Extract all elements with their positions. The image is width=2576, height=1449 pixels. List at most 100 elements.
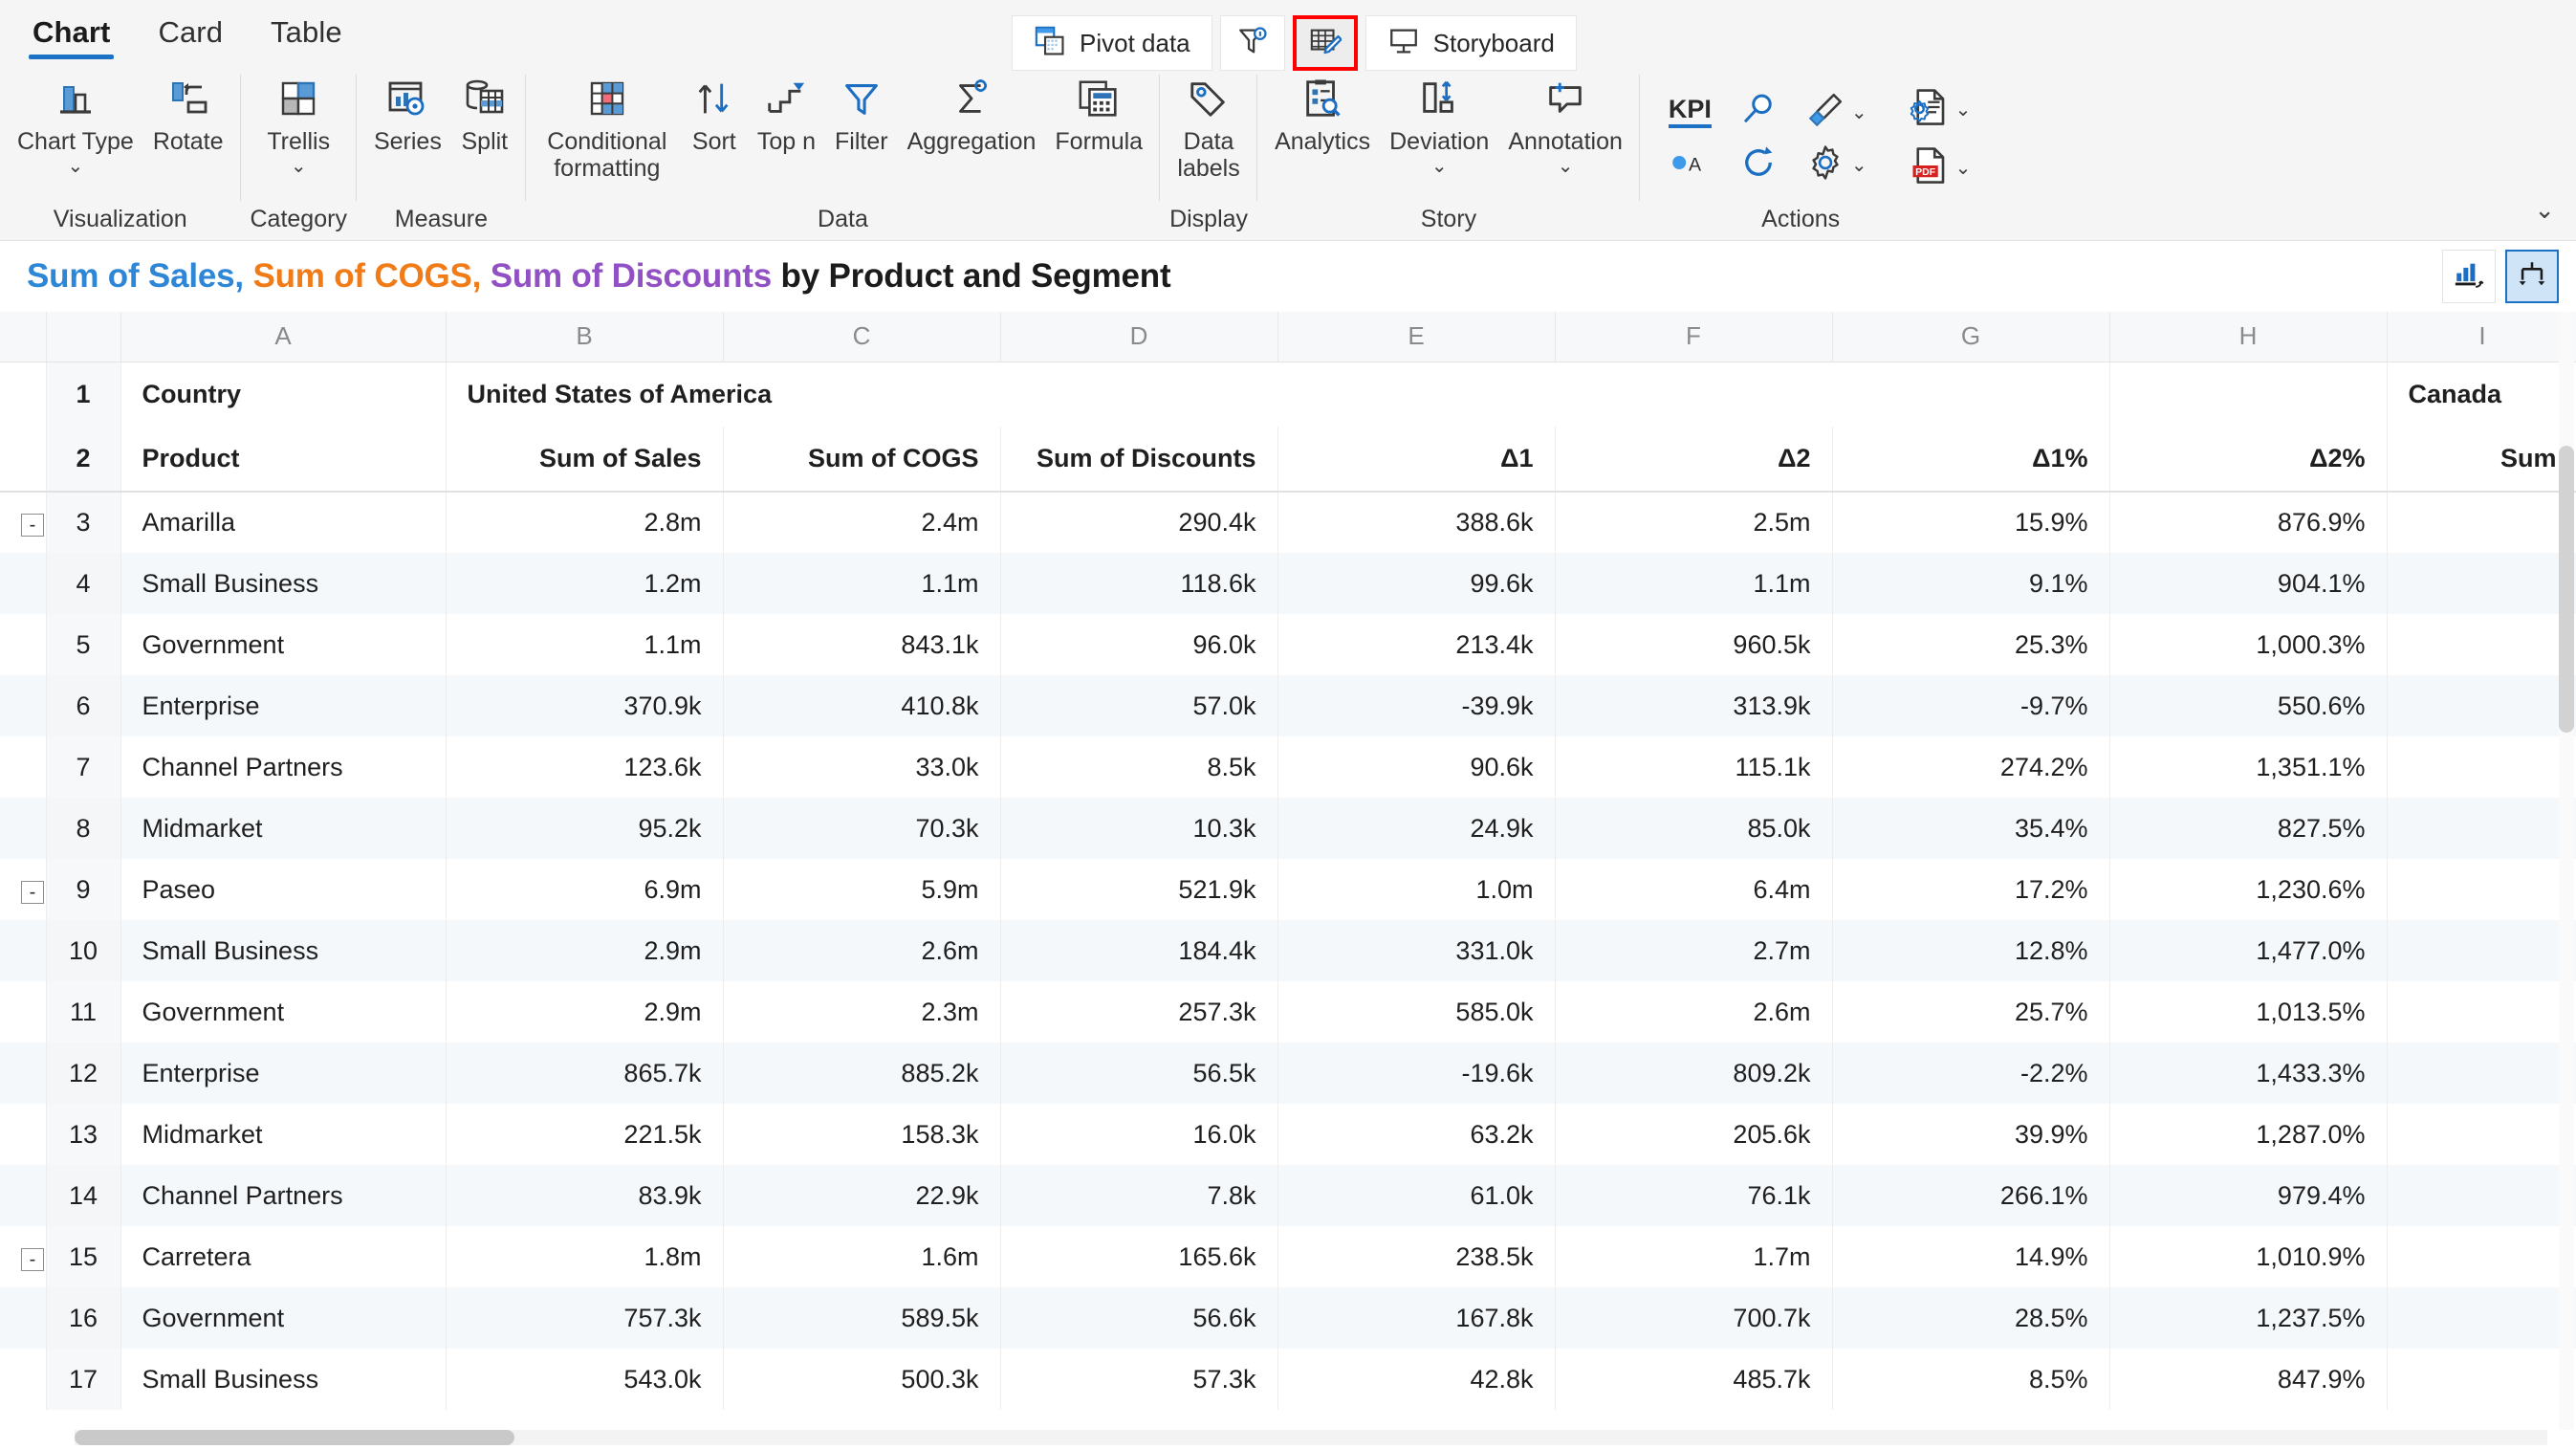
data-cell[interactable]: 257.3k (1000, 981, 1278, 1043)
chevron-down-icon[interactable]: ⌄ (1851, 156, 1867, 175)
data-cell[interactable]: 213.4k (1277, 614, 1556, 675)
row-number[interactable]: 3 (46, 492, 121, 553)
collapse-group-icon[interactable]: - (21, 880, 44, 904)
chevron-down-icon[interactable]: ⌄ (68, 157, 84, 176)
data-cell[interactable]: 274.2% (1832, 736, 2110, 798)
table-row[interactable]: 6 Enterprise 370.9k 410.8k 57.0k -39.9k 313.9k… (0, 675, 2576, 736)
table-row[interactable]: -9 Paseo 6.9m 5.9m 521.9k 1.0m 6.4m 17.2% 1,230.… (0, 859, 2576, 920)
data-cell[interactable]: 63.2k (1277, 1104, 1556, 1165)
header-delta1[interactable]: Δ1 (1277, 427, 1556, 493)
row-label-cell[interactable]: Channel Partners (120, 1165, 447, 1226)
data-cell[interactable] (2387, 675, 2576, 736)
data-cell[interactable]: 83.9k (446, 1165, 724, 1226)
column-letter-G[interactable]: G (1832, 312, 2110, 362)
table-row[interactable]: 13 Midmarket 221.5k 158.3k 16.0k 63.2k 205.6k 3… (0, 1104, 2576, 1165)
column-letter-F[interactable]: F (1555, 312, 1833, 362)
data-cell[interactable]: 2.8m (446, 492, 724, 553)
data-cell[interactable]: 550.6% (2109, 675, 2388, 736)
scale-auto-button[interactable]: A (1663, 145, 1717, 185)
data-cell[interactable]: 57.3k (1000, 1349, 1278, 1410)
table-row[interactable]: 17 Small Business 543.0k 500.3k 57.3k 42.8k 48… (0, 1349, 2576, 1410)
data-cell[interactable]: 979.4% (2109, 1165, 2388, 1226)
data-cell[interactable] (2387, 798, 2576, 859)
data-cell[interactable]: 904.1% (2109, 553, 2388, 614)
data-cell[interactable]: 118.6k (1000, 553, 1278, 614)
data-cell[interactable] (2387, 859, 2576, 920)
data-cell[interactable]: 1.1m (1555, 553, 1833, 614)
data-cell[interactable]: 22.9k (723, 1165, 1001, 1226)
paintbrush-button[interactable]: ⌄ (1800, 87, 1873, 138)
data-cell[interactable]: 8.5% (1832, 1349, 2110, 1410)
data-cell[interactable] (2387, 1349, 2576, 1410)
row-expander-cell[interactable]: - (0, 492, 47, 553)
data-cell[interactable]: 85.0k (1555, 798, 1833, 859)
data-cell[interactable]: 16.0k (1000, 1104, 1278, 1165)
table-row[interactable]: 11 Government 2.9m 2.3m 257.3k 585.0k 2.6m 25.7… (0, 981, 2576, 1043)
chevron-down-icon[interactable]: ⌄ (1851, 103, 1867, 122)
row-number[interactable]: 9 (46, 859, 121, 920)
row-number[interactable]: 6 (46, 675, 121, 736)
series-button[interactable]: Series (366, 69, 449, 159)
row-number[interactable]: 13 (46, 1104, 121, 1165)
row-number[interactable]: 5 (46, 614, 121, 675)
kpi-button[interactable]: KPI (1663, 94, 1717, 131)
data-cell[interactable]: 9.1% (1832, 553, 2110, 614)
data-cell[interactable]: 827.5% (2109, 798, 2388, 859)
chart-view-button[interactable] (2442, 250, 2496, 303)
analytics-button[interactable]: Analytics (1267, 69, 1378, 159)
data-cell[interactable]: 266.1% (1832, 1165, 2110, 1226)
data-cell[interactable]: 388.6k (1277, 492, 1556, 553)
data-cell[interactable]: -19.6k (1277, 1043, 1556, 1104)
horizontal-scrollbar[interactable] (75, 1430, 2547, 1445)
data-cell[interactable]: 410.8k (723, 675, 1001, 736)
table-row[interactable]: 8 Midmarket 95.2k 70.3k 10.3k 24.9k 85.0k 35.4%… (0, 798, 2576, 859)
row-number[interactable]: 16 (46, 1287, 121, 1349)
data-cell[interactable]: 5.9m (723, 859, 1001, 920)
data-cell[interactable]: 843.1k (723, 614, 1001, 675)
row-label-cell[interactable]: Paseo (120, 859, 447, 920)
table-row[interactable]: 16 Government 757.3k 589.5k 56.6k 167.8k 700.7… (0, 1287, 2576, 1349)
data-cell[interactable]: 885.2k (723, 1043, 1001, 1104)
data-cell[interactable]: 90.6k (1277, 736, 1556, 798)
filter-info-button[interactable] (1219, 15, 1285, 71)
data-cell[interactable] (2387, 614, 2576, 675)
row-number[interactable]: 10 (46, 920, 121, 981)
table-row[interactable]: -3 Amarilla 2.8m 2.4m 290.4k 388.6k 2.5m 15.9% 8… (0, 492, 2576, 553)
data-cell[interactable]: 876.9% (2109, 492, 2388, 553)
filter-button[interactable]: Filter (827, 69, 896, 159)
country-label-cell[interactable]: Country (120, 362, 447, 427)
column-letter-H[interactable]: H (2109, 312, 2388, 362)
data-cell[interactable]: 2.3m (723, 981, 1001, 1043)
data-cell[interactable]: 290.4k (1000, 492, 1278, 553)
data-cell[interactable]: 960.5k (1555, 614, 1833, 675)
data-cell[interactable] (2387, 1104, 2576, 1165)
sort-button[interactable]: Sort (683, 69, 746, 159)
horizontal-scrollbar-thumb[interactable] (75, 1430, 514, 1445)
header-delta2[interactable]: Δ2 (1555, 427, 1833, 493)
vertical-scrollbar[interactable] (2559, 312, 2574, 1430)
table-row[interactable]: 4 Small Business 1.2m 1.1m 118.6k 99.6k 1.1m 9.… (0, 553, 2576, 614)
data-cell[interactable]: 14.9% (1832, 1226, 2110, 1287)
row-number[interactable]: 2 (46, 427, 121, 493)
row-label-cell[interactable]: Midmarket (120, 798, 447, 859)
country-usa-cell[interactable]: United States of America (446, 362, 2110, 427)
row-number[interactable]: 8 (46, 798, 121, 859)
row-expander-cell[interactable]: - (0, 859, 47, 920)
data-cell[interactable]: 1,477.0% (2109, 920, 2388, 981)
country-canada-cell[interactable]: Canada (2387, 362, 2576, 427)
data-cell[interactable]: 25.3% (1832, 614, 2110, 675)
data-cell[interactable]: 35.4% (1832, 798, 2110, 859)
data-cell[interactable]: 7.8k (1000, 1165, 1278, 1226)
data-cell[interactable]: 70.3k (723, 798, 1001, 859)
column-letter-D[interactable]: D (1000, 312, 1278, 362)
data-labels-button[interactable]: Data labels (1169, 69, 1247, 186)
data-cell[interactable]: 17.2% (1832, 859, 2110, 920)
data-cell[interactable] (2387, 1043, 2576, 1104)
data-cell[interactable]: 8.5k (1000, 736, 1278, 798)
refresh-button[interactable] (1733, 140, 1784, 190)
trellis-button[interactable]: Trellis ⌄ (259, 69, 338, 180)
data-cell[interactable]: 39.9% (1832, 1104, 2110, 1165)
data-cell[interactable]: 865.7k (446, 1043, 724, 1104)
data-cell[interactable]: 1.6m (723, 1226, 1001, 1287)
table-row[interactable]: 10 Small Business 2.9m 2.6m 184.4k 331.0k 2.7m… (0, 920, 2576, 981)
